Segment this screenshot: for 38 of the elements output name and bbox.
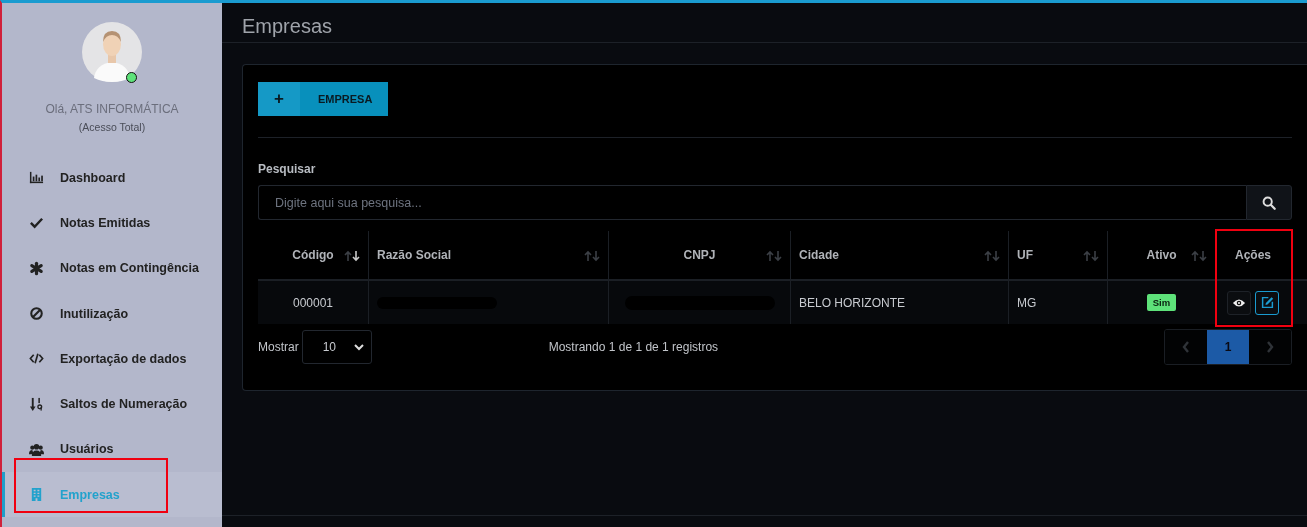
bar-chart-icon (29, 170, 44, 186)
column-header[interactable]: Código (258, 231, 368, 279)
building-icon (29, 487, 44, 503)
chevron-down-icon (353, 343, 364, 351)
asterisk-icon (29, 260, 44, 276)
chevron-left-icon (1182, 341, 1190, 353)
sidebar-item[interactable]: Notas em Contingência (2, 245, 222, 291)
ban-icon (29, 306, 44, 322)
chevron-right-icon (1266, 341, 1274, 353)
sidebar-item[interactable]: Exportação de dados (2, 336, 222, 382)
search-icon (1262, 195, 1276, 210)
table-cell-text: 000001 (291, 294, 334, 312)
add-company-button[interactable]: + EMPRESA (258, 82, 389, 116)
search-label: Pesquisar (258, 162, 317, 176)
table-cell: BELO HORIZONTE (790, 281, 1008, 324)
edit-button[interactable] (1255, 290, 1279, 315)
sidebar-item[interactable]: Dashboard (2, 155, 222, 201)
sidebar-item[interactable]: Saltos de Numeração (2, 381, 222, 427)
edit-icon (1260, 296, 1274, 309)
sidebar-item[interactable]: Usuários (2, 426, 222, 473)
sidebar-item[interactable]: Notas Emitidas (2, 200, 222, 246)
table-cell: MG (1008, 281, 1107, 324)
avatar-icon (82, 22, 142, 82)
active-badge: Sim (1146, 294, 1177, 311)
view-button[interactable] (1227, 290, 1251, 315)
check-icon (29, 215, 44, 231)
greeting-text: Olá, ATS INFORMÁTICA (45, 102, 179, 116)
search-button[interactable] (1246, 185, 1292, 220)
records-info-text: Mostrando 1 de 1 de 1 registros (548, 340, 719, 354)
users-icon (29, 441, 44, 457)
page-size-select[interactable]: 10 (301, 330, 372, 364)
sort-numeric-icon (29, 396, 44, 412)
eye-icon (1232, 297, 1246, 308)
sidebar-item[interactable]: Inutilização (2, 290, 222, 337)
page-title: Empresas (222, 3, 1307, 43)
show-label: Mostrar (258, 340, 299, 354)
access-level-text: (Acesso Total) (78, 121, 146, 133)
search-field[interactable]: Digite aqui sua pesquisa... (258, 185, 1246, 220)
